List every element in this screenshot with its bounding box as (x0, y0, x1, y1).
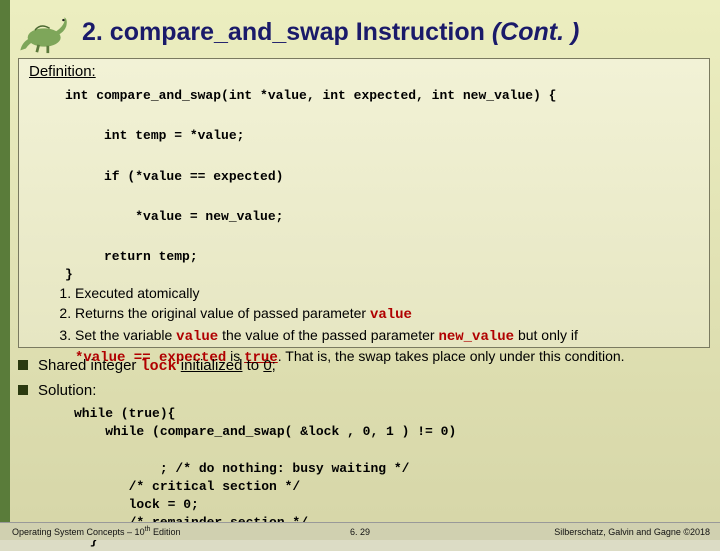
bullet-shared: Shared integer lock initialized to 0; (18, 356, 708, 375)
title-cont: (Cont. ) (492, 18, 579, 46)
dinosaur-icon (18, 10, 74, 54)
footer-center: 6. 29 (350, 527, 370, 537)
footer-left: Operating System Concepts – 10th Edition (12, 526, 180, 537)
left-stripe (0, 0, 10, 540)
square-bullet-icon (18, 360, 28, 370)
footer: Operating System Concepts – 10th Edition… (0, 522, 720, 540)
definition-code: int compare_and_swap(int *value, int exp… (65, 86, 699, 267)
definition-box: Definition: int compare_and_swap(int *va… (18, 58, 710, 348)
note-1: Executed atomically (75, 284, 699, 303)
title-main: 2. compare_and_swap Instruction (82, 18, 492, 46)
definition-header: Definition: (29, 63, 699, 80)
note-2: Returns the original value of passed par… (75, 304, 699, 325)
title-row: 2. compare_and_swap Instruction (Cont. ) (18, 8, 710, 56)
slide-title: 2. compare_and_swap Instruction (Cont. ) (82, 18, 579, 47)
bullet-solution: Solution: (18, 381, 708, 399)
shared-text: Shared integer lock initialized to 0; (38, 357, 276, 375)
solution-label: Solution: (38, 382, 96, 399)
footer-right: Silberschatz, Galvin and Gagne ©2018 (554, 527, 710, 537)
square-bullet-icon (18, 385, 28, 395)
closing-brace: } (65, 267, 699, 282)
